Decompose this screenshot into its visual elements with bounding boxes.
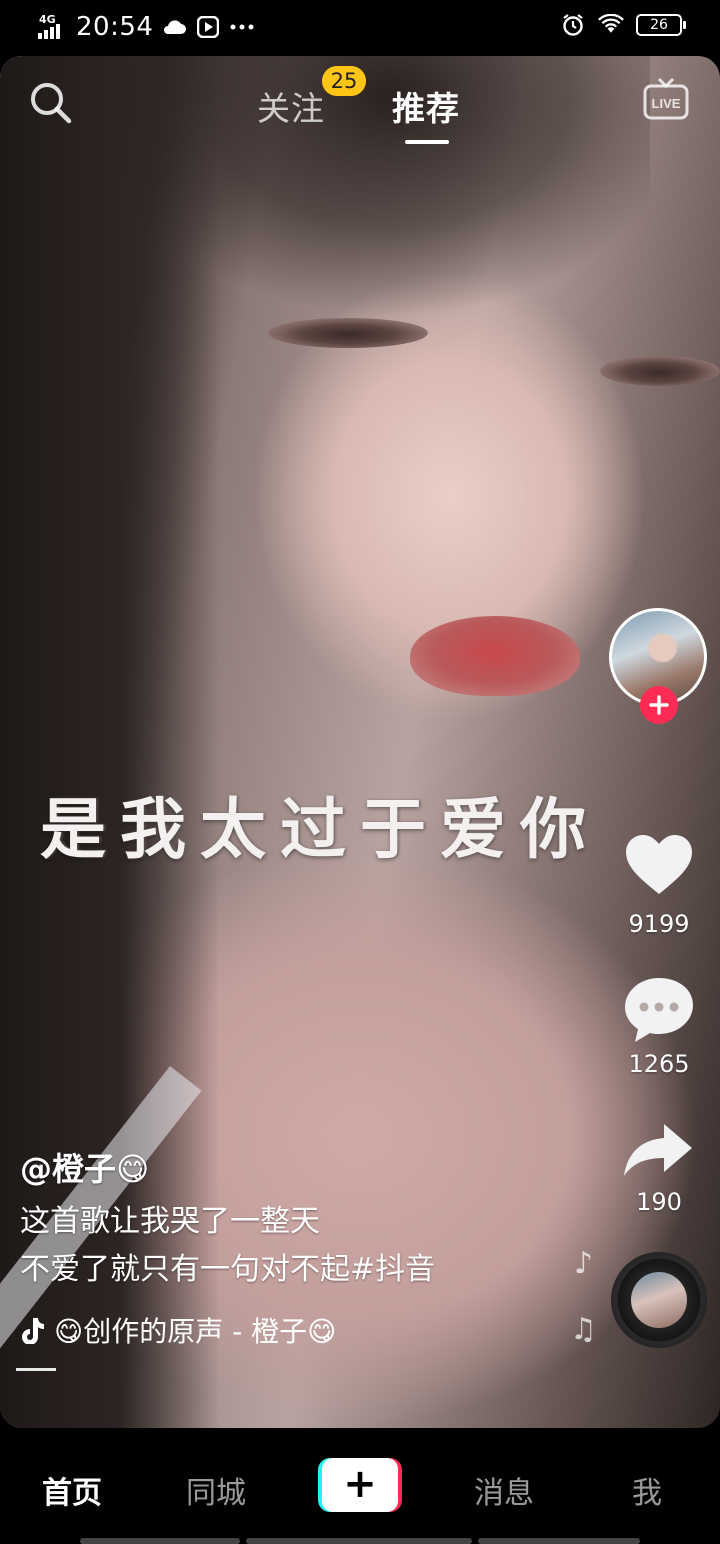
author-name[interactable]: @橙子😋 [20, 1144, 149, 1190]
bottom-nav: 首页 同城 + 消息 我 [0, 1428, 720, 1544]
live-label: LIVE [652, 96, 681, 111]
tab-recommended[interactable]: 推荐 [392, 82, 460, 130]
floating-note-icon-2: ♫ [570, 1312, 597, 1347]
signal-icon: 4G [38, 13, 68, 41]
cloud-icon [161, 16, 187, 38]
tab-following[interactable]: 关注 [257, 82, 325, 130]
share-icon [624, 1124, 692, 1176]
media-icon [195, 16, 221, 38]
description-line-2[interactable]: 不爱了就只有一句对不起#抖音 [20, 1246, 435, 1294]
video-progress [16, 1368, 56, 1371]
live-icon[interactable]: LIVE [642, 76, 690, 124]
plus-icon [649, 695, 669, 715]
nav-messages[interactable]: 消息 [474, 1468, 534, 1512]
comment-button[interactable] [622, 974, 696, 1046]
post-description: 这首歌让我哭了一整天 不爱了就只有一句对不起#抖音 [20, 1198, 435, 1294]
more-dots-icon [229, 16, 255, 38]
nav-home[interactable]: 首页 [42, 1468, 102, 1512]
plus-icon: + [322, 1458, 398, 1512]
status-bar: 4G 20:54 26 [0, 0, 720, 56]
create-button[interactable]: + [318, 1458, 402, 1512]
nav-nearby[interactable]: 同城 [186, 1468, 246, 1512]
wifi-icon [598, 14, 624, 36]
like-button[interactable] [622, 832, 696, 898]
music-info[interactable]: 😋创作的原声 - 橙子😋 [20, 1306, 460, 1354]
comment-icon [625, 978, 693, 1042]
floating-note-icon: ♪ [574, 1246, 594, 1281]
video-eye-left [268, 318, 428, 348]
share-count: 190 [636, 1188, 682, 1216]
battery-level: 26 [650, 17, 668, 33]
feed-tabs: 关注 25 推荐 [0, 56, 720, 156]
video-eye-right [600, 356, 720, 386]
video-lips [410, 616, 580, 696]
comment-count: 1265 [628, 1050, 690, 1078]
music-disc[interactable] [611, 1252, 707, 1348]
heart-icon [626, 835, 692, 894]
following-badge: 25 [322, 66, 366, 96]
follow-plus-button[interactable] [640, 686, 678, 724]
tiktok-note-icon [22, 1318, 44, 1344]
music-title: 😋创作的原声 - 橙子😋 [54, 1315, 337, 1348]
status-time: 20:54 [76, 12, 154, 42]
like-count: 9199 [628, 910, 690, 938]
nav-profile[interactable]: 我 [632, 1468, 662, 1512]
active-tab-indicator [405, 140, 449, 144]
description-line-1: 这首歌让我哭了一整天 [20, 1204, 320, 1239]
home-indicator [80, 1538, 640, 1544]
alarm-icon [560, 14, 586, 36]
video-caption: 是我太过于爱你 [40, 790, 600, 868]
battery-icon: 26 [636, 14, 686, 36]
music-cover [631, 1272, 687, 1328]
top-nav: 关注 25 推荐 LIVE [0, 56, 720, 166]
share-button[interactable] [622, 1120, 696, 1180]
